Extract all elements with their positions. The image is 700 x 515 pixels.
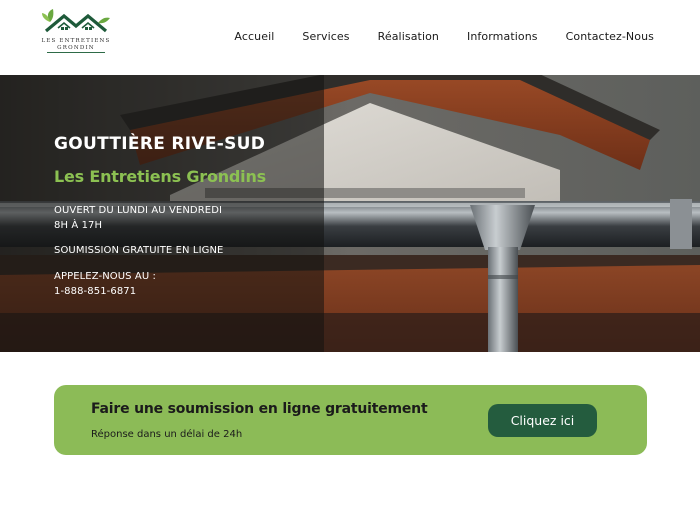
cta-button[interactable]: Cliquez ici — [488, 404, 597, 437]
hero-banner: GOUTTIÈRE RIVE-SUD Les Entretiens Grondi… — [0, 75, 700, 352]
site-header: LES ENTRETIENS GRONDIN Accueil Services … — [0, 0, 700, 75]
cta-title: Faire une soumission en ligne gratuiteme… — [91, 401, 428, 417]
logo-divider — [47, 52, 105, 53]
logo-text-line1: LES ENTRETIENS — [41, 38, 111, 44]
call-text: APPELEZ-NOUS AU : 1-888-851-6871 — [54, 269, 156, 299]
hero-subtitle: Les Entretiens Grondins — [54, 167, 266, 186]
cta-description: Réponse dans un délai de 24h — [91, 429, 243, 440]
quote-cta-banner: Faire une soumission en ligne gratuiteme… — [54, 385, 647, 455]
nav-item-accueil[interactable]: Accueil — [234, 30, 274, 43]
hours-text: OUVERT DU LUNDI AU VENDREDI 8H À 17H — [54, 203, 222, 233]
nav-item-contact[interactable]: Contactez-Nous — [566, 30, 654, 43]
call-label: APPELEZ-NOUS AU : — [54, 271, 156, 282]
logo-text: LES ENTRETIENS GRONDIN — [40, 38, 112, 52]
logo-text-line2: GRONDIN — [57, 45, 95, 51]
hours-line1: OUVERT DU LUNDI AU VENDREDI — [54, 205, 223, 216]
hours-line2: 8H À 17H — [54, 220, 103, 231]
main-nav: Accueil Services Réalisation Information… — [234, 30, 654, 43]
nav-item-informations[interactable]: Informations — [467, 30, 538, 43]
phone-link[interactable]: 1-888-851-6871 — [54, 284, 156, 299]
nav-item-services[interactable]: Services — [302, 30, 349, 43]
nav-item-realisation[interactable]: Réalisation — [378, 30, 439, 43]
hero-title: GOUTTIÈRE RIVE-SUD — [54, 134, 266, 154]
quote-text: SOUMISSION GRATUITE EN LIGNE — [54, 245, 224, 256]
